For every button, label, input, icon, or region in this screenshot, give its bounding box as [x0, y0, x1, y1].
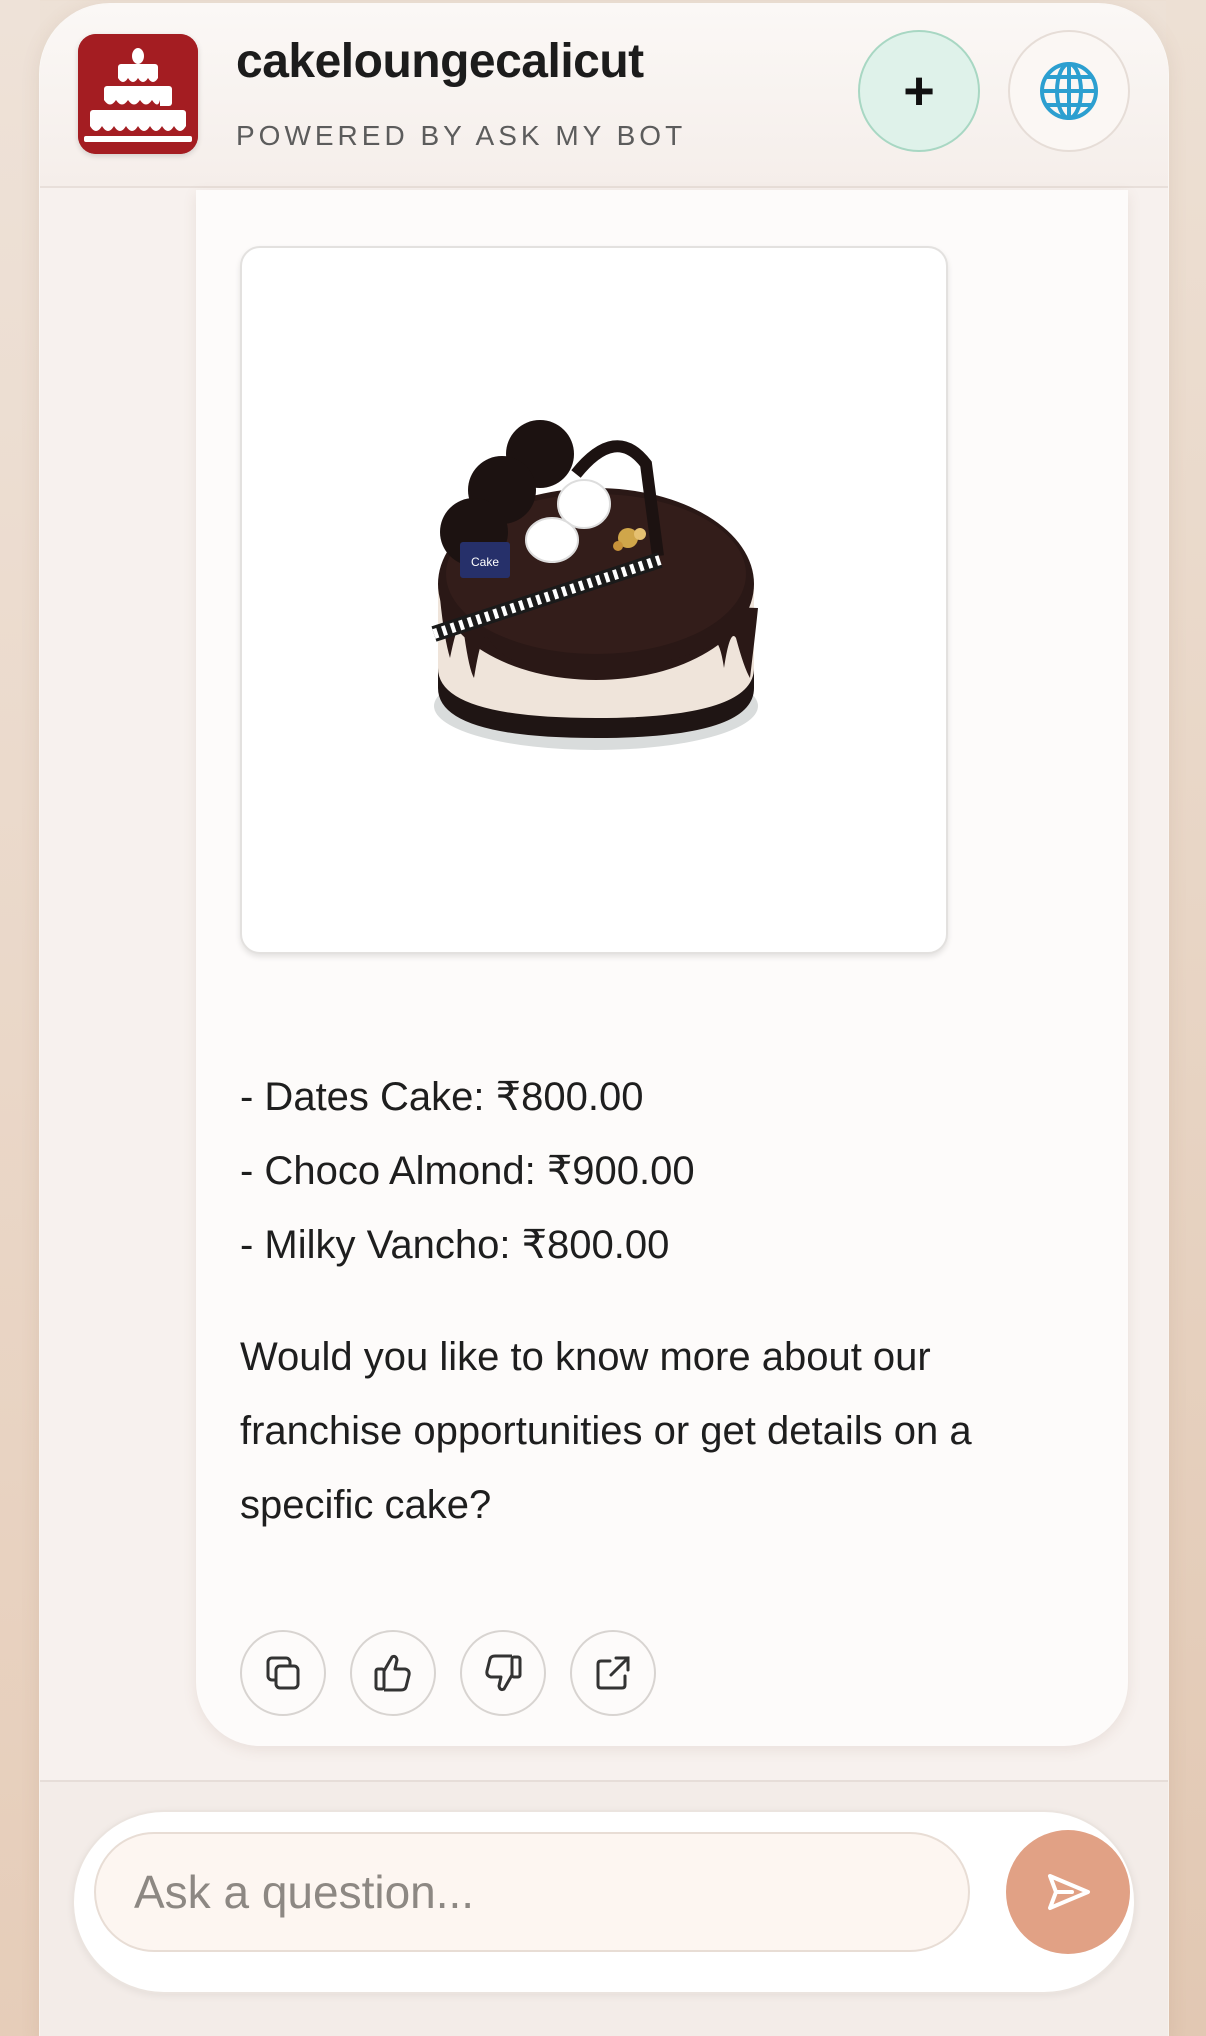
background-right — [1166, 0, 1206, 2036]
list-item: - Dates Cake: ₹800.00 — [240, 1075, 644, 1119]
new-chat-button[interactable]: + — [858, 30, 980, 152]
thumbs-up-button[interactable] — [350, 1630, 436, 1716]
send-icon — [1048, 1874, 1090, 1910]
open-link-button[interactable] — [570, 1630, 656, 1716]
language-button[interactable] — [1008, 30, 1130, 152]
copy-icon — [266, 1656, 300, 1690]
product-image-card[interactable]: Cake — [240, 246, 948, 954]
external-link-icon — [596, 1656, 630, 1690]
message-actions — [240, 1630, 656, 1716]
price-list: - Dates Cake: ₹800.00 - Choco Almond: ₹9… — [240, 1060, 1060, 1282]
composer — [40, 1780, 1168, 2036]
question-input[interactable] — [94, 1832, 970, 1952]
bot-message: Cake - Dates Cake: ₹800.00 - Choco Almon… — [196, 190, 1128, 1746]
powered-by-label: POWERED BY ASK MY BOT — [236, 120, 687, 151]
list-item: - Milky Vancho: ₹800.00 — [240, 1223, 670, 1267]
globe-icon — [1040, 62, 1098, 120]
chat-widget: cakeloungecalicut POWERED BY ASK MY BOT … — [40, 4, 1168, 2036]
chat-header: cakeloungecalicut POWERED BY ASK MY BOT … — [40, 4, 1168, 188]
plus-icon: + — [903, 61, 935, 121]
copy-button[interactable] — [240, 1630, 326, 1716]
cake-topper-label: Cake — [471, 555, 499, 569]
cake-product-image: Cake — [431, 420, 758, 750]
thumbs-down-button[interactable] — [460, 1630, 546, 1716]
thumbs-down-icon — [485, 1654, 522, 1692]
composer-container — [72, 1810, 1136, 1994]
send-button[interactable] — [1006, 1830, 1130, 1954]
thumbs-up-icon — [374, 1654, 411, 1692]
cake-logo-icon — [78, 34, 198, 154]
brand-name: cakeloungecalicut — [236, 35, 644, 88]
list-item: - Choco Almond: ₹900.00 — [240, 1149, 695, 1193]
bot-question-text: Would you like to know more about our fr… — [240, 1335, 972, 1527]
chat-messages[interactable]: Cake - Dates Cake: ₹800.00 - Choco Almon… — [40, 190, 1168, 1780]
background-left — [0, 0, 40, 2036]
